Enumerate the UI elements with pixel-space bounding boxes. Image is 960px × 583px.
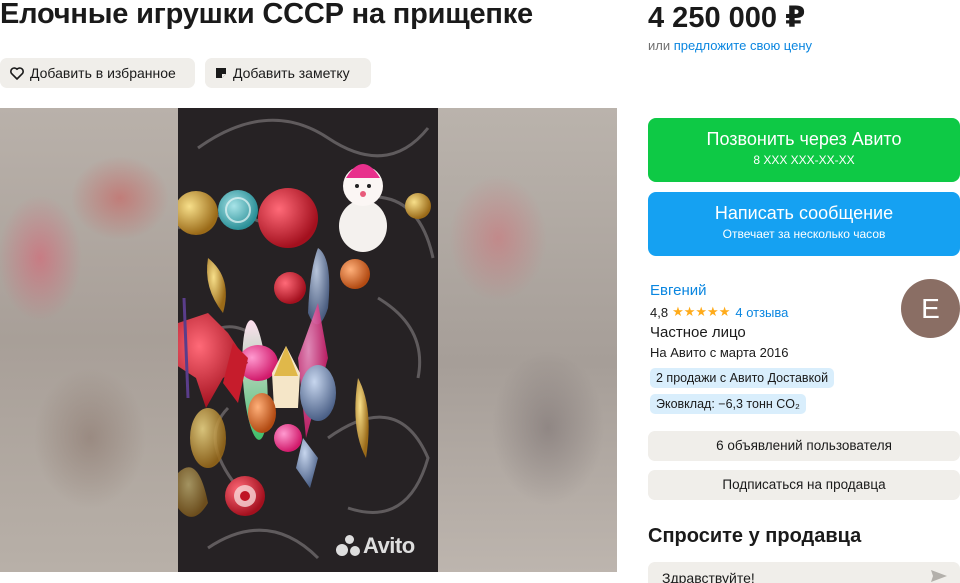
rating-stars-icon: ★★★★★: [672, 304, 731, 319]
send-icon[interactable]: [930, 569, 948, 583]
listing-photo[interactable]: [178, 108, 438, 572]
seller-type: Частное лицо: [650, 324, 746, 341]
message-button-label: Написать сообщение: [714, 203, 894, 223]
photo-gallery[interactable]: Avito: [0, 108, 617, 572]
seller-since: На Авито с марта 2016: [650, 345, 789, 360]
price-or-text: или: [648, 38, 671, 53]
offer-price-link[interactable]: предложите свою цену: [674, 38, 812, 53]
rating-value: 4,8: [650, 304, 669, 320]
delivery-sales-badge[interactable]: 2 продажи с Авито Доставкой: [650, 368, 835, 388]
note-icon: [216, 68, 226, 78]
avito-watermark: Avito: [336, 533, 415, 559]
avito-logo-icon: [336, 535, 360, 557]
listing-price: 4 250 000 ₽: [648, 2, 806, 34]
call-via-avito-button[interactable]: Позвонить через Авито 8 XXX XXX-XX-XX: [648, 118, 960, 182]
add-note-label: Добавить заметку: [233, 65, 350, 81]
ask-seller-heading: Спросите у продавца: [648, 525, 862, 547]
reviews-link[interactable]: 4 отзыва: [735, 305, 788, 320]
ask-seller-input[interactable]: Здравствуйте!: [648, 562, 960, 583]
heart-icon: [10, 66, 24, 80]
add-to-favorites-label: Добавить в избранное: [30, 65, 176, 81]
blurred-backdrop-left: [0, 108, 178, 572]
call-button-label: Позвонить через Авито: [706, 129, 902, 149]
blurred-backdrop-right: [438, 108, 617, 572]
ornaments-image: [178, 118, 435, 560]
avito-watermark-text: Avito: [363, 533, 415, 558]
response-time-text: Отвечает за несколько часов: [722, 227, 886, 241]
price-offer-line: или предложите свою цену: [648, 38, 812, 53]
add-to-favorites-button[interactable]: Добавить в избранное: [0, 58, 195, 88]
seller-avatar[interactable]: E: [901, 279, 960, 338]
seller-name-link[interactable]: Евгений: [650, 282, 707, 299]
user-ads-button[interactable]: 6 объявлений пользователя: [648, 431, 960, 461]
listing-title: Елочные игрушки СССР на прищепке: [0, 0, 533, 30]
masked-phone-number: 8 XXX XXX-XX-XX: [753, 153, 855, 167]
write-message-button[interactable]: Написать сообщение Отвечает за несколько…: [648, 192, 960, 256]
seller-rating: 4,8 ★★★★★ 4 отзыва: [650, 304, 788, 320]
add-note-button[interactable]: Добавить заметку: [205, 58, 371, 88]
subscribe-seller-button[interactable]: Подписаться на продавца: [648, 470, 960, 500]
eco-contribution-badge[interactable]: Эковклад: −6,3 тонн CO₂: [650, 394, 806, 414]
